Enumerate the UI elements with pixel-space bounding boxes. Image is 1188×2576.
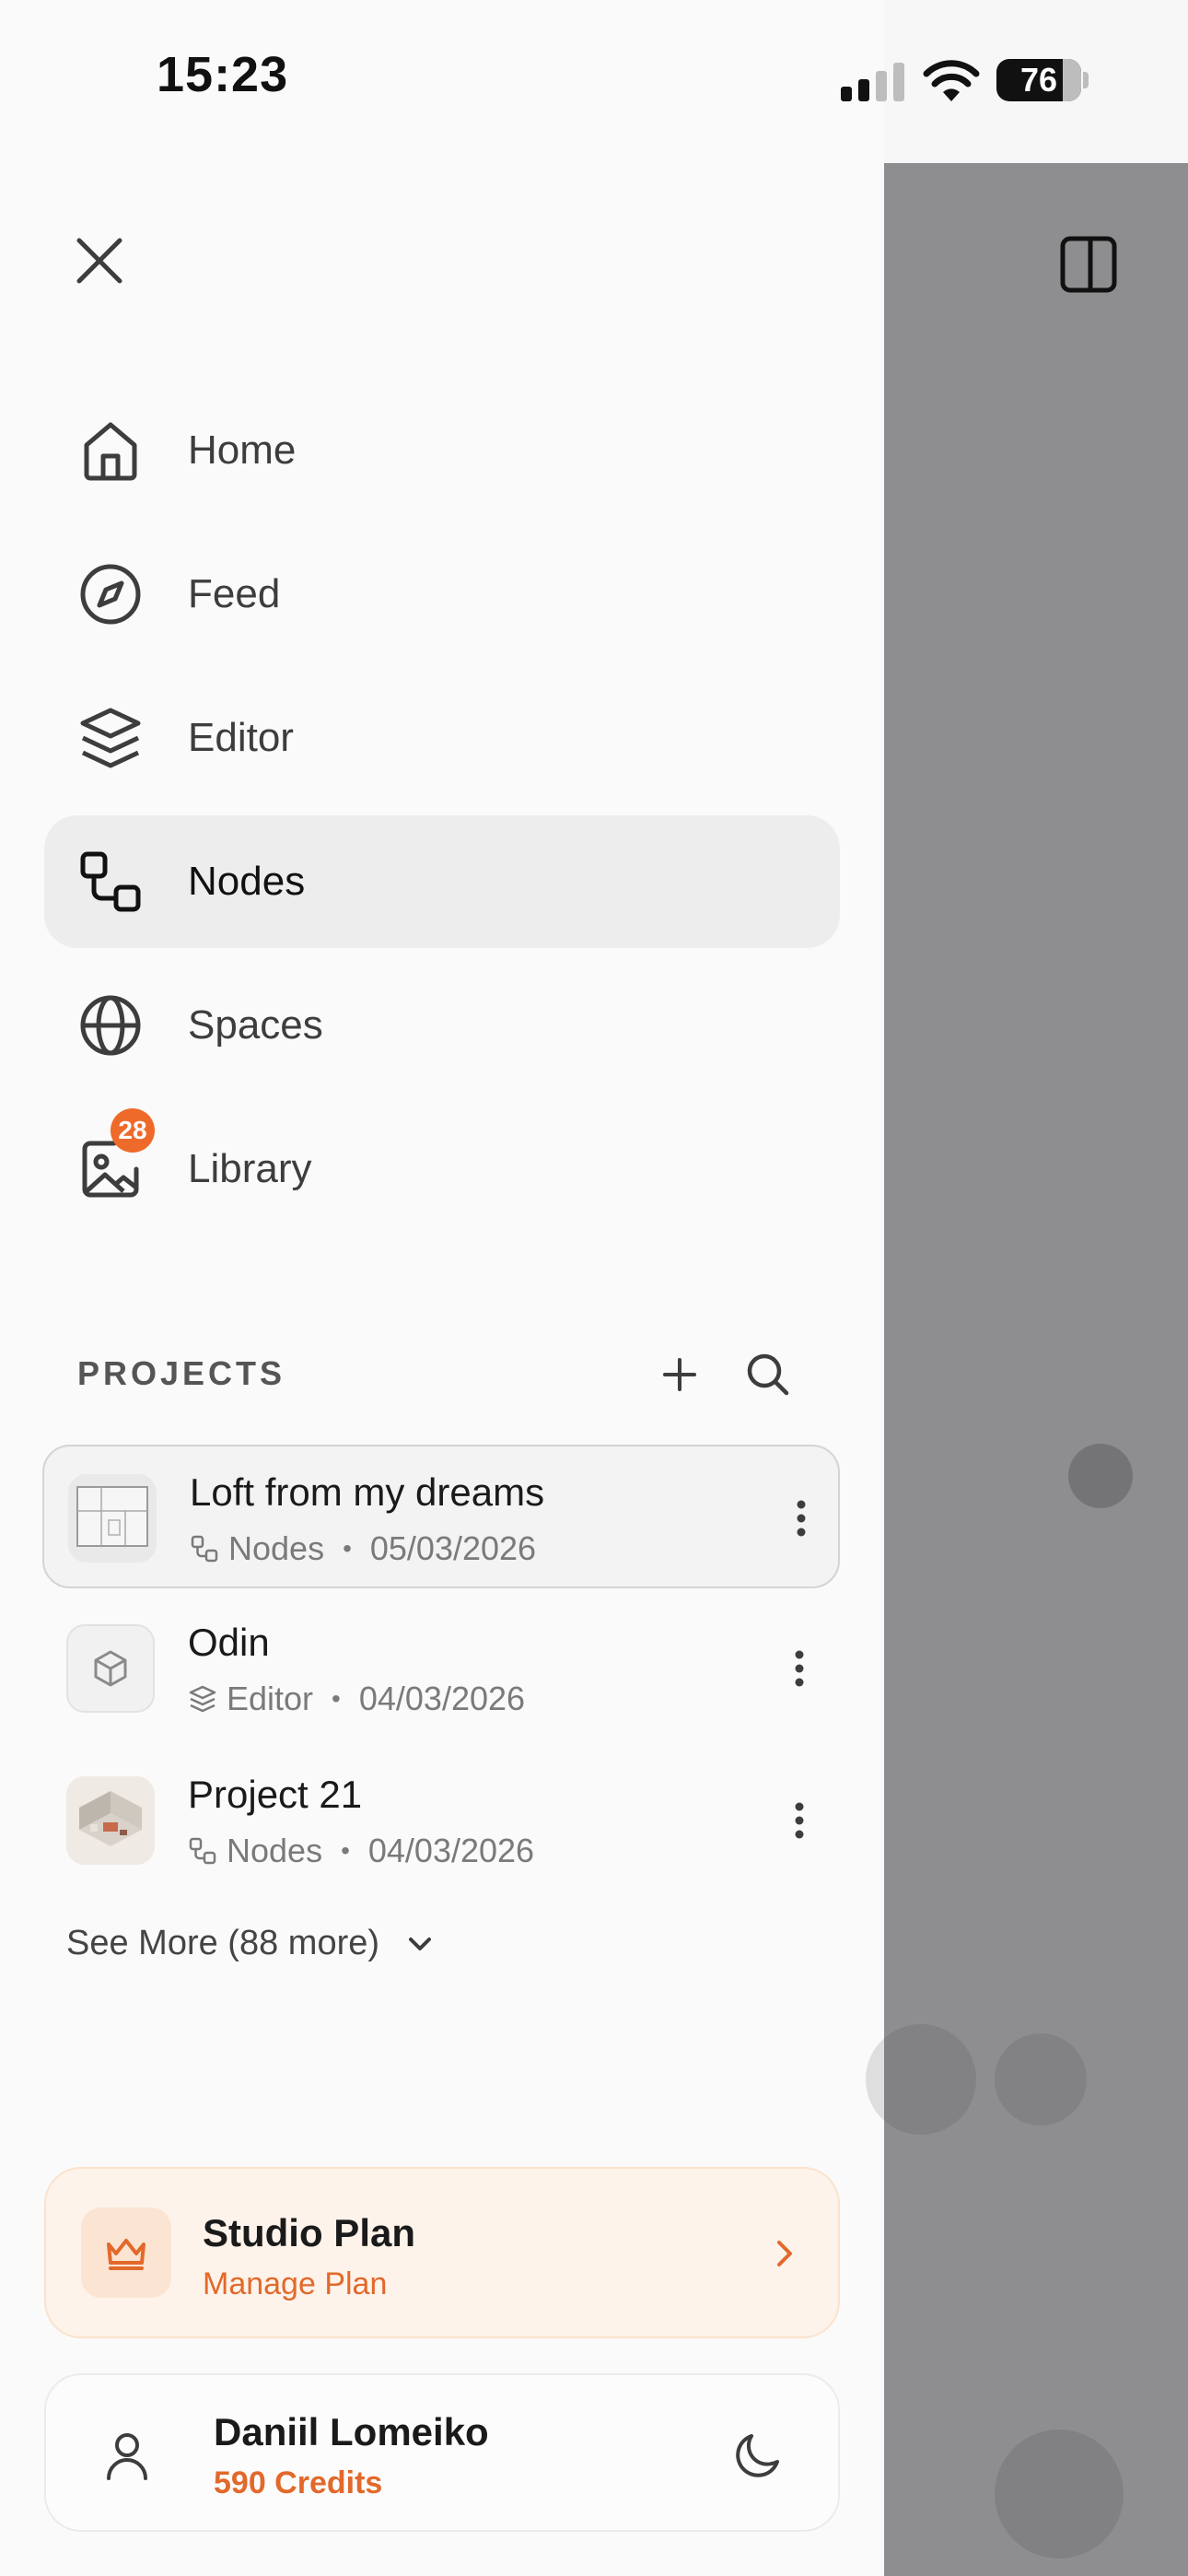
- nav-item-label: Editor: [188, 715, 294, 760]
- chevron-down-icon: [409, 1937, 432, 1950]
- project-meta: Editor • 04/03/2026: [188, 1680, 525, 1718]
- nav-item-label: Home: [188, 427, 297, 473]
- project-type: Editor: [227, 1680, 314, 1717]
- nav-item-label: Spaces: [188, 1002, 323, 1048]
- nav-item-nodes[interactable]: Nodes: [44, 815, 840, 948]
- nav-item-feed[interactable]: Feed: [44, 528, 840, 661]
- wifi-icon: [923, 59, 980, 106]
- backdrop-overlay[interactable]: [866, 163, 1188, 2576]
- separator-dot: •: [341, 1836, 350, 1865]
- layers-icon: [77, 705, 144, 771]
- project-type: Nodes: [228, 1529, 325, 1567]
- globe-icon: [77, 992, 144, 1059]
- manage-plan-link[interactable]: Manage Plan: [203, 2266, 387, 2302]
- more-options-icon[interactable]: [772, 1489, 831, 1548]
- close-icon[interactable]: [74, 235, 125, 287]
- nav-item-label: Feed: [188, 571, 281, 616]
- project-type: Nodes: [227, 1832, 323, 1869]
- project-item-odin[interactable]: Odin Editor • 04/03/2026: [42, 1597, 840, 1740]
- chevron-right-icon: [763, 2231, 807, 2276]
- see-more-label: See More (88 more): [66, 1924, 380, 1962]
- project-item-project-21[interactable]: Project 21 Nodes • 04/03/2026: [42, 1749, 840, 1892]
- battery-indicator: 76: [996, 59, 1081, 101]
- dimmed-backdrop[interactable]: [866, 0, 1188, 2576]
- battery-tip: [1083, 72, 1089, 88]
- backdrop-blur-shape: [995, 2033, 1087, 2125]
- crown-icon: [81, 2207, 171, 2298]
- add-project-icon[interactable]: [656, 1351, 704, 1399]
- project-thumbnail: [66, 1624, 155, 1713]
- nav-item-spaces[interactable]: Spaces: [44, 959, 840, 1092]
- nodes-icon: [77, 849, 144, 915]
- plan-title: Studio Plan: [203, 2211, 415, 2254]
- project-thumbnail: [68, 1474, 157, 1563]
- nav-item-home[interactable]: Home: [44, 384, 840, 517]
- nav-item-label: Nodes: [188, 859, 306, 904]
- plan-card[interactable]: Studio Plan Manage Plan: [44, 2167, 840, 2338]
- compass-icon: [77, 561, 144, 627]
- more-options-icon[interactable]: [770, 1639, 829, 1698]
- user-card[interactable]: Daniil Lomeiko 590 Credits: [44, 2373, 840, 2532]
- user-name: Daniil Lomeiko: [214, 2410, 489, 2453]
- backdrop-blur-dot: [1068, 1444, 1133, 1508]
- nodes-icon: [189, 1837, 216, 1865]
- home-icon: [77, 417, 144, 484]
- project-date: 04/03/2026: [367, 1832, 535, 1869]
- more-options-icon[interactable]: [770, 1791, 829, 1850]
- user-credits: 590 Credits: [214, 2465, 383, 2500]
- nav-item-label: Library: [188, 1146, 312, 1191]
- cellular-signal-icon: [841, 63, 905, 106]
- project-thumbnail: [66, 1776, 155, 1865]
- projects-heading: PROJECTS: [77, 1354, 286, 1392]
- project-meta: Nodes • 04/03/2026: [188, 1832, 534, 1870]
- separator-dot: •: [343, 1534, 352, 1563]
- nav-item-editor[interactable]: Editor: [44, 672, 840, 804]
- search-projects-icon[interactable]: [742, 1349, 794, 1400]
- status-time: 15:23: [157, 47, 289, 102]
- nav-item-library[interactable]: 28 Library: [44, 1103, 840, 1235]
- project-name: Project 21: [188, 1773, 363, 1816]
- backdrop-blur-shape: [995, 2430, 1124, 2558]
- project-item-loft[interactable]: Loft from my dreams Nodes • 05/03/2026: [42, 1445, 840, 1588]
- see-more-button[interactable]: See More (88 more): [66, 1924, 437, 1963]
- project-date: 04/03/2026: [358, 1680, 526, 1717]
- sidebar-toggle-icon[interactable]: [1059, 235, 1118, 294]
- project-name: Odin: [188, 1621, 270, 1664]
- layers-icon: [189, 1685, 216, 1713]
- user-icon: [99, 2427, 155, 2482]
- project-name: Loft from my dreams: [190, 1470, 545, 1514]
- library-count-badge: 28: [111, 1108, 155, 1153]
- backdrop-blur-shape: [866, 2024, 976, 2135]
- separator-dot: •: [332, 1684, 341, 1713]
- project-date: 05/03/2026: [369, 1529, 537, 1567]
- nodes-icon: [191, 1535, 218, 1563]
- moon-icon[interactable]: [731, 2427, 786, 2482]
- project-meta: Nodes • 05/03/2026: [190, 1529, 536, 1568]
